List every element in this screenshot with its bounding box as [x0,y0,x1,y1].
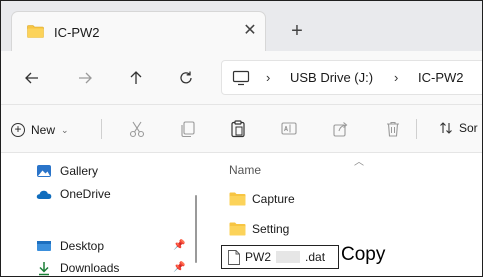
file-icon [228,249,240,265]
command-bar: + New ⌄ Sor [1,105,482,152]
navigation-bar: › USB Drive (J:) › IC-PW2 [1,51,482,104]
this-pc-icon [232,70,250,86]
pin-icon: 📌 [173,262,186,273]
list-item-folder-setting[interactable]: Setting [229,219,289,239]
gallery-icon [37,165,51,177]
toolbar-separator [101,119,102,139]
up-button[interactable] [123,65,149,91]
forward-button[interactable] [72,65,98,91]
new-label: New [31,123,56,137]
new-tab-button[interactable]: + [286,21,308,43]
copy-icon[interactable] [178,119,198,139]
breadcrumb-usb-drive[interactable]: USB Drive (J:) [290,70,373,85]
refresh-button[interactable] [173,65,199,91]
close-tab-icon[interactable]: ✕ [240,21,260,41]
breadcrumb-separator: › [266,70,271,85]
sidebar-scrollbar[interactable] [195,195,197,263]
cut-icon[interactable] [127,119,147,139]
downloads-icon [39,262,49,276]
sort-ascending-icon: ︿ [354,157,364,168]
chevron-down-icon: ⌄ [61,124,69,135]
arrow-up-icon [130,71,142,84]
file-name-prefix: PW2 [245,250,272,264]
folder-icon [229,222,246,236]
sidebar-item-label: Gallery [60,164,99,178]
sort-label: Sor [459,121,478,135]
sidebar-item-desktop[interactable]: Desktop [36,236,104,256]
new-button[interactable]: + New ⌄ [11,119,69,141]
sidebar-item-onedrive[interactable]: OneDrive [36,184,111,204]
sidebar-item-downloads[interactable]: Downloads [36,258,120,276]
arrow-left-icon [25,72,38,84]
arrow-right-icon [79,72,92,84]
folder-name: Capture [252,192,295,206]
folder-icon [27,25,44,38]
breadcrumb-separator: › [394,70,399,85]
paste-icon[interactable] [228,119,248,139]
navigation-pane: Gallery OneDrive Desktop 📌 Downloads 📌 [1,153,206,276]
toolbar-separator [416,119,417,139]
file-name-suffix: .dat [305,250,326,264]
folder-icon [229,192,246,206]
file-explorer-window: IC-PW2 ✕ + › USB Drive (J:) › IC-PW2 + N… [0,0,483,277]
list-item-file-dat[interactable]: PW2 .dat [221,245,339,269]
pin-icon: 📌 [173,240,186,251]
redacted-text [276,251,301,263]
rename-icon[interactable] [279,119,299,139]
sort-button[interactable]: Sor [439,121,478,135]
tab-title: IC-PW2 [54,25,100,40]
address-bar[interactable]: › USB Drive (J:) › IC-PW2 [221,60,482,95]
delete-icon[interactable] [383,119,403,139]
back-button[interactable] [19,65,45,91]
tab-strip: IC-PW2 ✕ + [1,1,482,51]
folder-name: Setting [252,222,290,236]
plus-circle-icon: + [11,123,25,137]
copy-annotation: Copy [341,244,386,265]
sidebar-item-label: OneDrive [60,187,111,201]
refresh-icon [180,71,192,84]
list-item-folder-capture[interactable]: Capture [229,189,295,209]
tab-ic-pw2[interactable]: IC-PW2 ✕ [11,11,266,51]
sidebar-item-label: Desktop [60,239,105,253]
desktop-icon [37,241,51,251]
column-header-name[interactable]: Name [229,163,261,177]
file-list: ︿ Name Capture Setting PW2 .dat Copy [206,153,482,276]
share-icon[interactable] [331,119,351,139]
breadcrumb-ic-pw2[interactable]: IC-PW2 [418,70,464,85]
onedrive-icon [36,190,52,199]
sidebar-item-gallery[interactable]: Gallery [36,161,98,181]
sidebar-item-label: Downloads [60,261,120,275]
sort-icon [440,122,452,134]
